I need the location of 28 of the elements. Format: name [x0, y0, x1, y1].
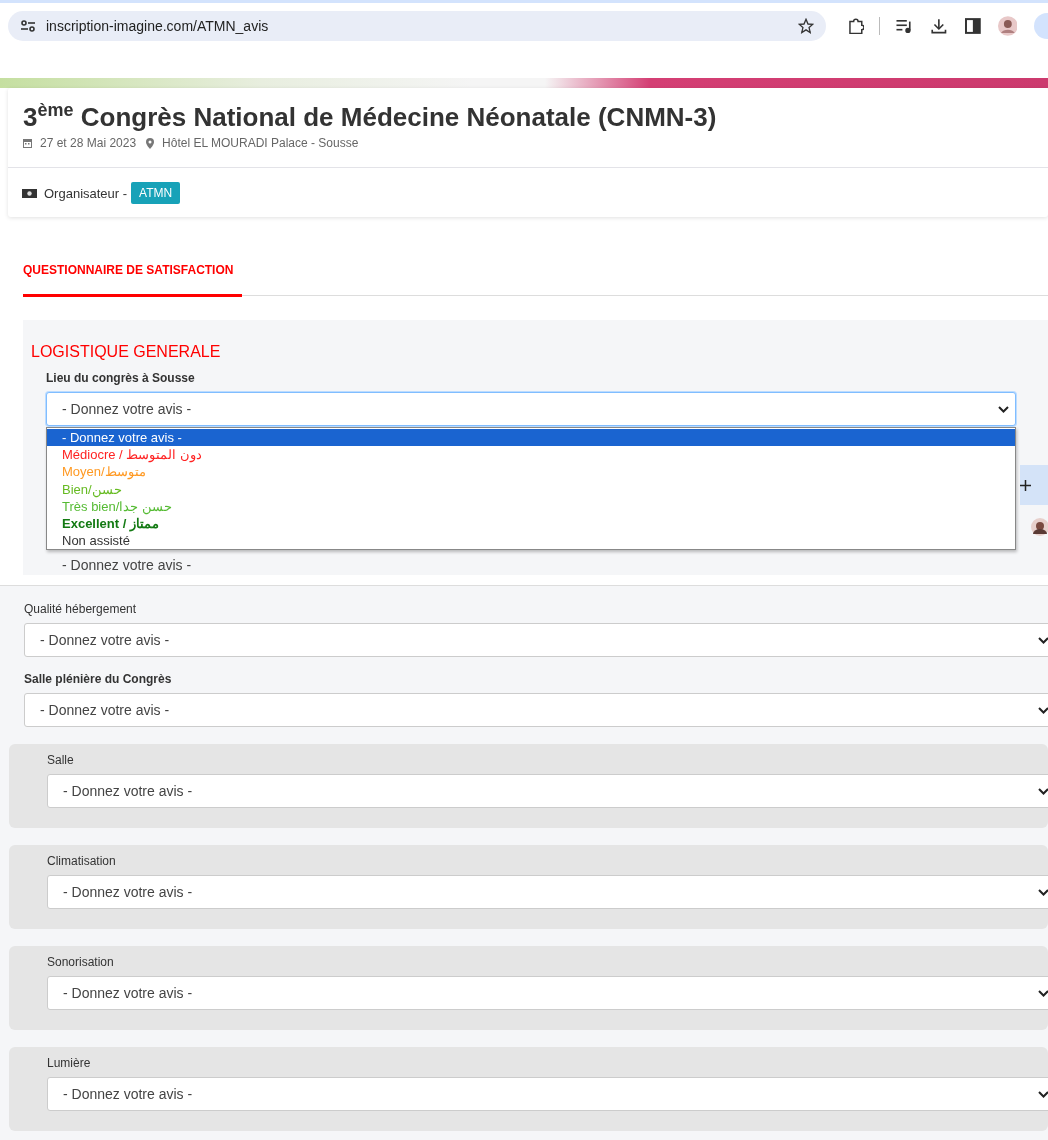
rating-select[interactable]: - Donnez votre avis - [24, 693, 1048, 727]
organiser-badge: ATMN [131, 182, 181, 204]
dropdown-option[interactable]: Non assisté [47, 532, 1015, 550]
event-location: Hôtel EL MOURADI Palace - Sousse [162, 136, 359, 150]
event-title: 3$^{ème}$ Congrès National de Médecine Néonatale (CNMN-3) [23, 100, 718, 134]
field-label: Salle [47, 753, 75, 767]
dropdown-option[interactable]: - Donnez votre avis - [47, 429, 1015, 447]
url-text: inscription-imagine.com/ATMN_avis [46, 17, 270, 34]
rating-select[interactable]: - Donnez votre avis - [46, 392, 1016, 426]
organiser-label: Organisateur - [44, 185, 128, 201]
dropdown-option[interactable]: Excellent / ممتاز [47, 515, 1015, 533]
field-label: Lieu du congrès à Sousse [46, 371, 196, 385]
section-title: LOGISTIQUE GENERALE [31, 343, 222, 361]
field-label: Salle plénière du Congrès [24, 672, 173, 686]
rating-select[interactable]: - Donnez votre avis - [47, 976, 1048, 1010]
event-date: 27 et 28 Mai 2023 [40, 136, 137, 150]
rating-select[interactable]: - Donnez votre avis - [47, 875, 1048, 909]
select-value: - Donnez votre avis - [62, 557, 193, 574]
rating-select[interactable]: - Donnez votre avis - [47, 774, 1048, 808]
field-label: Sonorisation [47, 955, 115, 969]
dropdown-option[interactable]: Médiocre / دون المتوسط [47, 446, 1015, 464]
field-label: Lumière [47, 1056, 92, 1070]
tab[interactable]: QUESTIONNAIRE DE SATISFACTION [23, 245, 242, 297]
rating-select[interactable]: - Donnez votre avis - [24, 623, 1048, 657]
field-label: Climatisation [47, 854, 117, 868]
field-label: Qualité hébergement [24, 602, 138, 616]
address-bar[interactable]: inscription-imagine.com/ATMN_avis [8, 10, 826, 41]
rating-select[interactable]: - Donnez votre avis - [47, 1077, 1048, 1111]
